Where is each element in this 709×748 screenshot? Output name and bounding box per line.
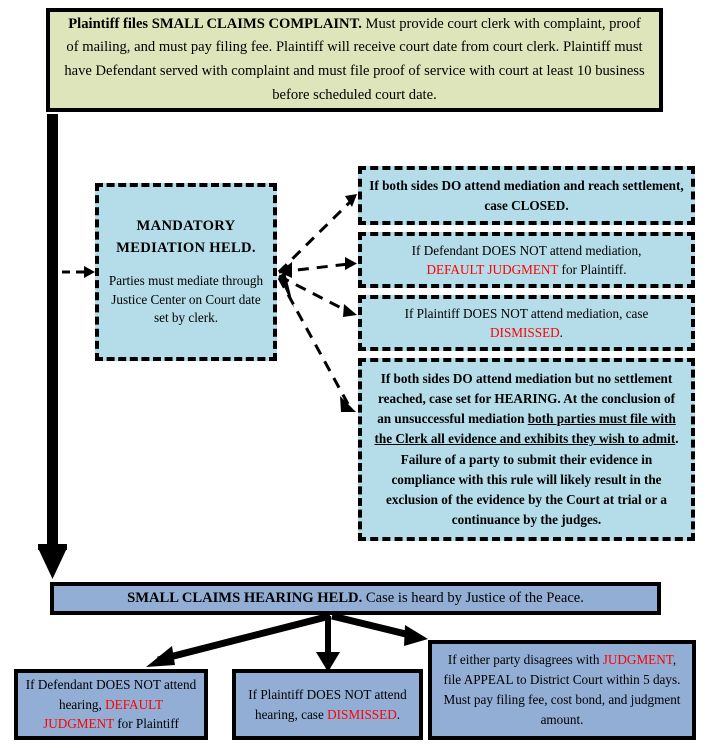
connector-mediation-hub — [279, 262, 294, 308]
node-plaintiff-not-attend-hearing: If Plaintiff DOES NOT attend hearing, ca… — [232, 669, 423, 740]
connector-mediation-to-no-settlement — [277, 277, 356, 412]
node-plaintiff-files-complaint: Plaintiff files SMALL CLAIMS COMPLAINT. … — [46, 8, 663, 112]
hearing-lead-text: SMALL CLAIMS HEARING HELD. — [127, 590, 363, 606]
node-small-claims-hearing-held: SMALL CLAIMS HEARING HELD. Case is heard… — [50, 582, 661, 615]
bottom-appeal-line1: If either party disagrees with — [447, 652, 603, 668]
outcome-settled-text: If both sides DO attend mediation and re… — [369, 178, 684, 213]
defendant-absent-highlight: DEFAULT JUDGMENT — [426, 262, 559, 277]
bottom-plaintiff-highlight: DISMISSED — [327, 706, 397, 722]
complaint-lead-text: Plaintiff files SMALL CLAIMS COMPLAINT. — [68, 15, 362, 32]
mediation-heading: MANDATORY MEDIATION HELD. — [116, 218, 256, 256]
flowchart-canvas: Plaintiff files SMALL CLAIMS COMPLAINT. … — [0, 0, 709, 748]
connector-mediation-to-plaintiff-absent — [278, 274, 357, 317]
connector-hearing-to-appeal — [331, 612, 428, 646]
node-defendant-not-attend-hearing: If Defendant DOES NOT attend hearing, DE… — [14, 669, 208, 740]
node-appeal-to-district-court: If either party disagrees with JUDGMENT,… — [428, 640, 696, 740]
node-mandatory-mediation-held: MANDATORY MEDIATION HELD. Parties must m… — [95, 183, 277, 361]
plaintiff-absent-highlight: DISMISSED — [490, 325, 560, 340]
connector-mediation-to-settled — [277, 194, 357, 274]
node-plaintiff-not-attend-mediation: If Plaintiff DOES NOT attend mediation, … — [358, 295, 695, 351]
plaintiff-absent-line1: If Plaintiff DOES NOT attend mediation, … — [404, 305, 649, 321]
connector-hearing-to-plaintiff-absent — [316, 616, 340, 672]
node-both-attend-settlement-closed: If both sides DO attend mediation and re… — [358, 166, 695, 225]
bottom-defendant-line2: for Plaintiff — [113, 716, 179, 732]
defendant-absent-line2: for Plaintiff. — [558, 262, 627, 277]
plaintiff-absent-line2: . — [559, 325, 563, 340]
node-defendant-not-attend-mediation: If Defendant DOES NOT attend mediation, … — [358, 232, 695, 288]
connector-trunk-to-mediation — [62, 266, 95, 278]
connector-hearing-to-defendant-absent — [146, 612, 331, 667]
connector-complaint-to-hearing — [38, 114, 67, 579]
bottom-appeal-highlight: JUDGMENT — [602, 652, 673, 668]
hearing-body-text: Case is heard by Justice of the Peace. — [362, 590, 584, 606]
connector-mediation-to-defendant-absent — [278, 257, 357, 274]
bottom-plaintiff-line2: . — [396, 706, 401, 722]
mediation-body: Parties must mediate through Justice Cen… — [108, 272, 264, 326]
node-both-attend-no-settlement-hearing: If both sides DO attend mediation but no… — [358, 358, 695, 541]
defendant-absent-line1: If Defendant DOES NOT attend mediation, — [411, 242, 642, 258]
